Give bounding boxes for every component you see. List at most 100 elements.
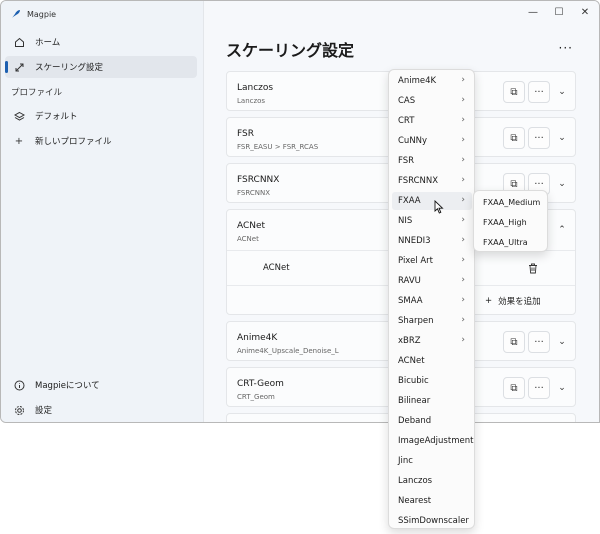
more-options-icon[interactable]: ··· bbox=[559, 41, 573, 55]
card-title: Lanczos bbox=[237, 83, 274, 93]
chevron-right-icon: › bbox=[461, 155, 465, 165]
menu-item-label: xBRZ bbox=[398, 336, 421, 346]
menu-item-pixel-art[interactable]: Pixel Art › bbox=[392, 252, 472, 270]
card-title: FSRCNNX bbox=[237, 175, 280, 185]
info-icon bbox=[13, 379, 25, 391]
menu-item-xbrz[interactable]: xBRZ › bbox=[392, 332, 472, 350]
more-icon[interactable]: ··· bbox=[528, 331, 550, 353]
chevron-right-icon: › bbox=[461, 75, 465, 85]
menu-item-imageadjustment[interactable]: ImageAdjustment bbox=[392, 432, 474, 450]
nav-item-scaling[interactable]: スケーリング設定 bbox=[5, 56, 197, 78]
menu-item-sharpen[interactable]: Sharpen › bbox=[392, 312, 472, 330]
expand-arrows-icon bbox=[13, 61, 25, 73]
chevron-right-icon: › bbox=[461, 215, 465, 225]
menu-item-label: CAS bbox=[398, 96, 416, 106]
menu-item-crt[interactable]: CRT › bbox=[392, 112, 472, 130]
chevron-down-icon[interactable]: ⌄ bbox=[555, 177, 569, 191]
menu-item-lanczos[interactable]: Lanczos bbox=[392, 472, 472, 490]
submenu-item-fxaa-high[interactable]: FXAA_High bbox=[477, 213, 545, 231]
menu-item-label: NIS bbox=[398, 216, 413, 226]
menu-item-nis[interactable]: NIS › bbox=[392, 212, 472, 230]
chevron-down-icon[interactable]: ⌄ bbox=[555, 335, 569, 349]
submenu-item-fxaa-medium[interactable]: FXAA_Medium bbox=[477, 193, 545, 211]
copy-icon[interactable]: ⧉ bbox=[503, 331, 525, 353]
menu-item-label: Nearest bbox=[398, 496, 432, 506]
menu-item-label: ImageAdjustment bbox=[398, 436, 474, 446]
nav-item-default-label: デフォルト bbox=[35, 112, 78, 122]
effect-label: ACNet bbox=[263, 263, 290, 273]
close-icon[interactable]: ✕ bbox=[574, 4, 596, 20]
nav-item-settings[interactable]: 設定 bbox=[5, 399, 197, 421]
menu-item-cas[interactable]: CAS › bbox=[392, 92, 472, 110]
more-icon[interactable]: ··· bbox=[528, 127, 550, 149]
menu-item-nearest[interactable]: Nearest bbox=[392, 492, 472, 510]
submenu-item-fxaa-ultra[interactable]: FXAA_Ultra bbox=[477, 233, 545, 251]
nav-item-home[interactable]: ホーム bbox=[5, 31, 197, 53]
add-effect-button[interactable]: + 効果を追加 bbox=[485, 295, 541, 307]
menu-item-label: SMAA bbox=[398, 296, 423, 306]
nav-item-default-profile[interactable]: デフォルト bbox=[5, 105, 197, 127]
chevron-right-icon: › bbox=[461, 135, 465, 145]
more-icon[interactable]: ··· bbox=[528, 377, 550, 399]
nav-item-new-profile-label: 新しいプロファイル bbox=[35, 137, 112, 147]
card-subtitle: Anime4K_Upscale_Denoise_L bbox=[237, 347, 339, 355]
chevron-right-icon: › bbox=[461, 275, 465, 285]
add-effect-menu: Anime4K › CAS › CRT › CuNNy › FSR › FSRCNNX › … bbox=[388, 69, 475, 529]
nav-item-settings-label: 設定 bbox=[35, 406, 53, 416]
menu-item-bicubic[interactable]: Bicubic bbox=[392, 372, 472, 390]
chevron-up-icon[interactable]: ⌃ bbox=[555, 223, 569, 237]
more-icon[interactable]: ··· bbox=[528, 81, 550, 103]
menu-item-ssimdownscaler[interactable]: SSimDownscaler bbox=[392, 512, 472, 530]
chevron-right-icon: › bbox=[461, 95, 465, 105]
menu-item-label: Lanczos bbox=[398, 476, 433, 486]
minimize-icon[interactable]: — bbox=[522, 4, 544, 20]
copy-icon[interactable]: ⧉ bbox=[503, 127, 525, 149]
menu-item-label: CuNNy bbox=[398, 136, 428, 146]
menu-item-acnet[interactable]: ACNet bbox=[392, 352, 472, 370]
menu-item-cunny[interactable]: CuNNy › bbox=[392, 132, 472, 150]
chevron-down-icon[interactable]: ⌄ bbox=[555, 85, 569, 99]
nav-item-about[interactable]: Magpieについて bbox=[5, 374, 197, 396]
card-subtitle: FSRCNNX bbox=[237, 189, 271, 197]
menu-item-fsr[interactable]: FSR › bbox=[392, 152, 472, 170]
nav-item-home-label: ホーム bbox=[35, 38, 61, 48]
menu-item-label: CRT bbox=[398, 116, 415, 126]
menu-item-label: ACNet bbox=[398, 356, 425, 366]
card-subtitle: CRT_Geom bbox=[237, 393, 275, 401]
menu-item-bilinear[interactable]: Bilinear bbox=[392, 392, 472, 410]
menu-item-fsrcnnx[interactable]: FSRCNNX › bbox=[392, 172, 472, 190]
menu-item-deband[interactable]: Deband bbox=[392, 412, 472, 430]
card-subtitle: Lanczos bbox=[237, 97, 266, 105]
menu-item-label: FSRCNNX bbox=[398, 176, 439, 186]
selection-indicator bbox=[5, 61, 8, 73]
copy-icon[interactable]: ⧉ bbox=[503, 81, 525, 103]
menu-item-smaa[interactable]: SMAA › bbox=[392, 292, 472, 310]
nav-item-scaling-label: スケーリング設定 bbox=[35, 63, 104, 73]
add-effect-label: 効果を追加 bbox=[498, 297, 541, 307]
menu-item-fxaa[interactable]: FXAA › bbox=[392, 192, 472, 210]
menu-item-label: NNEDI3 bbox=[398, 236, 431, 246]
menu-item-label: FXAA bbox=[398, 196, 421, 206]
menu-item-label: Anime4K bbox=[398, 76, 437, 86]
card-title: Anime4K bbox=[237, 333, 278, 343]
chevron-down-icon[interactable]: ⌄ bbox=[555, 381, 569, 395]
trash-icon[interactable] bbox=[523, 259, 543, 277]
card-subtitle: FSR_EASU > FSR_RCAS bbox=[237, 143, 319, 151]
menu-item-label: Pixel Art bbox=[398, 256, 434, 266]
menu-item-nnedi3[interactable]: NNEDI3 › bbox=[392, 232, 472, 250]
chevron-down-icon[interactable]: ⌄ bbox=[555, 131, 569, 145]
chevron-right-icon: › bbox=[461, 315, 465, 325]
mouse-cursor-icon bbox=[434, 200, 444, 214]
copy-icon[interactable]: ⧉ bbox=[503, 377, 525, 399]
menu-item-label: Deband bbox=[398, 416, 432, 426]
profiles-section-header: プロファイル bbox=[11, 88, 63, 98]
maximize-icon[interactable]: ☐ bbox=[548, 4, 570, 20]
fxaa-submenu: FXAA_Medium FXAA_High FXAA_Ultra bbox=[473, 190, 548, 252]
menu-item-anime4k[interactable]: Anime4K › bbox=[392, 72, 472, 90]
chevron-right-icon: › bbox=[461, 255, 465, 265]
nav-item-new-profile[interactable]: + 新しいプロファイル bbox=[5, 130, 197, 152]
menu-item-ravu[interactable]: RAVU › bbox=[392, 272, 472, 290]
chevron-right-icon: › bbox=[461, 235, 465, 245]
menu-item-jinc[interactable]: Jinc bbox=[392, 452, 472, 470]
page-title: スケーリング設定 bbox=[226, 41, 355, 60]
